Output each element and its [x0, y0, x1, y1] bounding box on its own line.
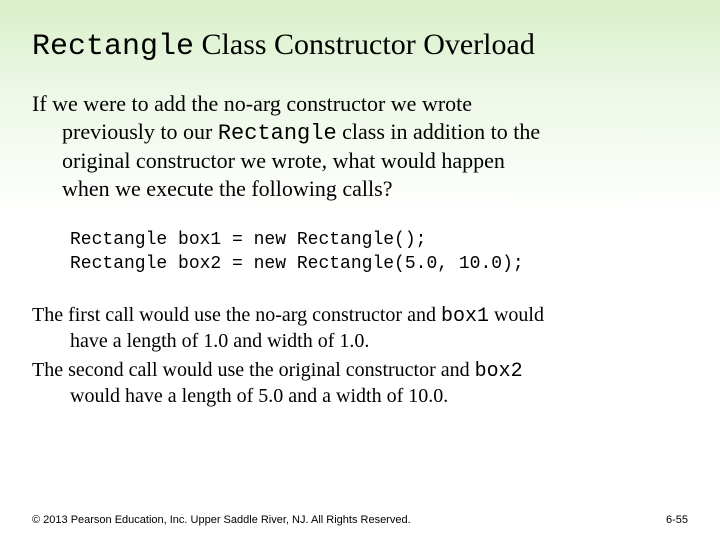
page-number: 6-55	[666, 514, 688, 526]
expl2-c: would have a length of 5.0 and a width o…	[32, 384, 688, 409]
intro-paragraph: If we were to add the no-arg constructor…	[32, 90, 688, 202]
slide-title: Rectangle Class Constructor Overload	[32, 28, 688, 64]
explanation-2: The second call would use the original c…	[32, 358, 688, 409]
para1-code: Rectangle	[218, 121, 337, 146]
explanation-1: The first call would use the no-arg cons…	[32, 303, 688, 354]
code-line-2: Rectangle box2 = new Rectangle(5.0, 10.0…	[70, 254, 524, 274]
code-block: Rectangle box1 = new Rectangle(); Rectan…	[70, 228, 688, 277]
title-code: Rectangle	[32, 30, 194, 64]
expl1-code: box1	[441, 305, 489, 328]
para1-cont2: original constructor we wrote, what woul…	[32, 147, 688, 175]
para1-lead: If we were to add the no-arg constructor…	[32, 91, 472, 116]
expl1-a: The first call would use the no-arg cons…	[32, 304, 441, 326]
expl2-a: The second call would use the original c…	[32, 359, 475, 381]
para1-cont1b: class in addition to the	[337, 119, 540, 144]
expl2-code: box2	[475, 360, 523, 383]
code-line-1: Rectangle box1 = new Rectangle();	[70, 230, 426, 250]
footer: © 2013 Pearson Education, Inc. Upper Sad…	[32, 514, 688, 526]
expl1-b: would	[489, 304, 544, 326]
para1-cont3: when we execute the following calls?	[32, 175, 688, 203]
copyright-text: © 2013 Pearson Education, Inc. Upper Sad…	[32, 514, 411, 526]
para1-cont1a: previously to our	[62, 119, 218, 144]
title-rest: Class Constructor Overload	[194, 28, 535, 61]
expl1-c: have a length of 1.0 and width of 1.0.	[32, 329, 688, 354]
